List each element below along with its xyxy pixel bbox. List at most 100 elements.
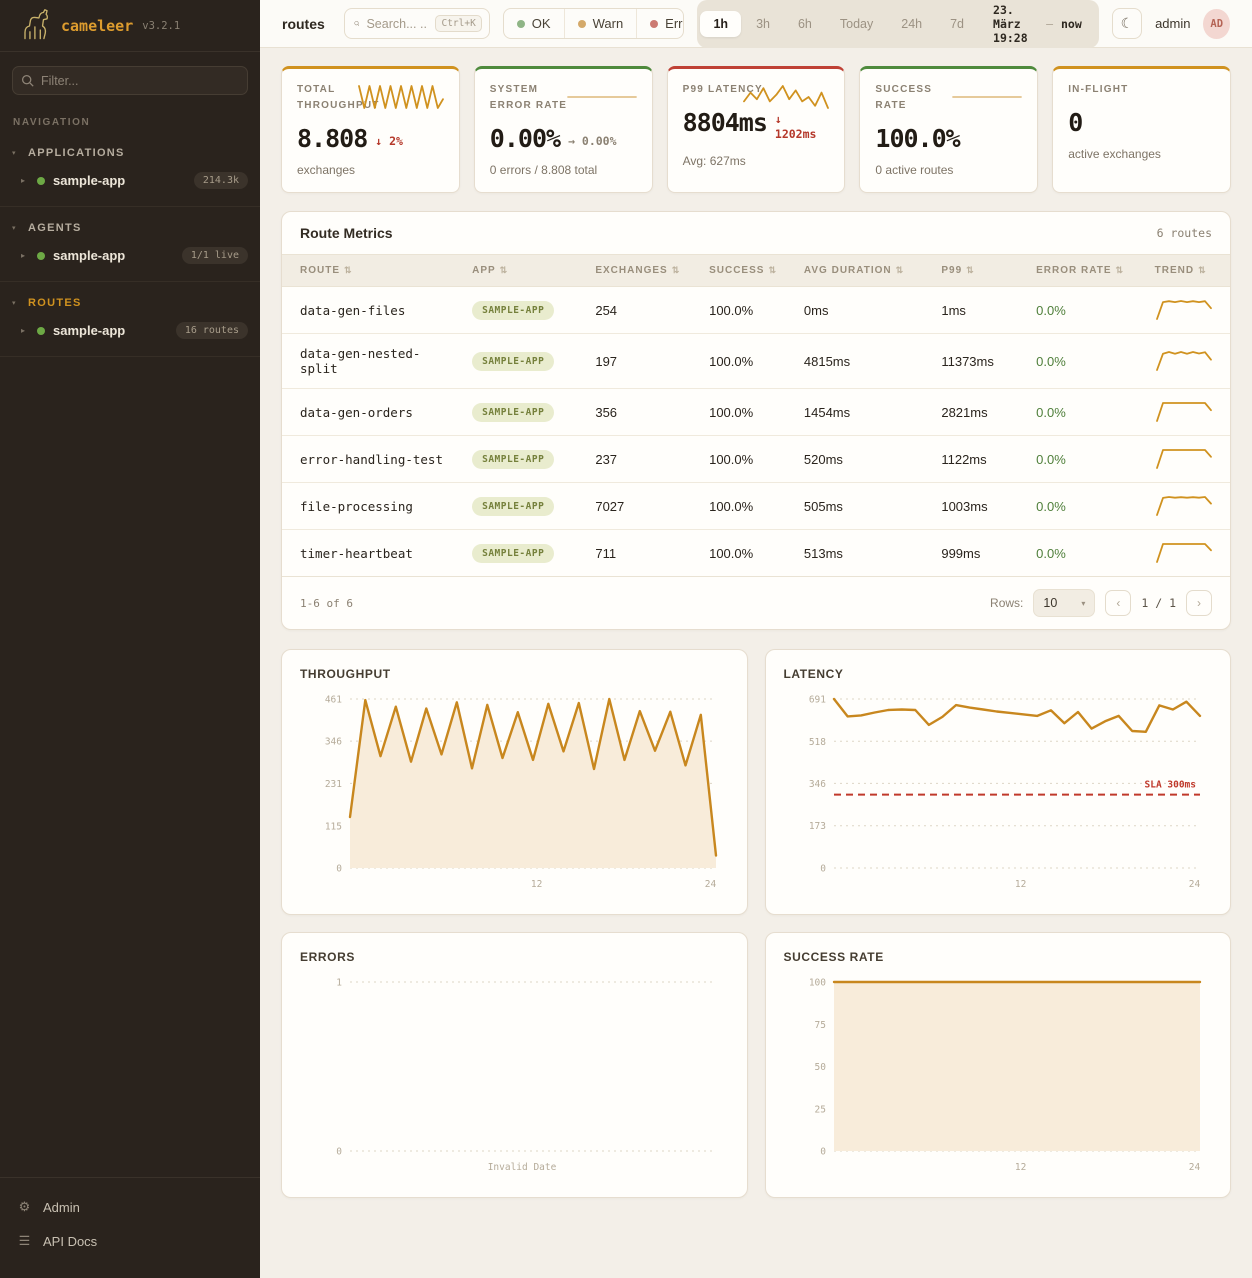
table-row[interactable]: error-handling-test SAMPLE-APP 237 100.0…: [282, 436, 1230, 483]
sidebar-filter: [12, 66, 248, 95]
section-label: APPLICATIONS: [28, 147, 125, 159]
footer-label: API Docs: [43, 1234, 97, 1249]
app-badge: SAMPLE-APP: [472, 450, 554, 469]
date-separator: —: [1046, 17, 1053, 31]
search-input[interactable]: [366, 17, 428, 31]
kpi-delta: ↓ 2%: [375, 134, 403, 148]
app-badge: SAMPLE-APP: [472, 301, 554, 320]
svg-text:1: 1: [336, 978, 342, 989]
column-header-app[interactable]: APP⇅: [462, 255, 585, 287]
trend-sparkline: [1155, 448, 1213, 470]
time-range-7d-button[interactable]: 7d: [937, 11, 977, 37]
sidebar-section-agents[interactable]: ▾ AGENTS: [0, 216, 260, 240]
chevron-down-icon: ▾: [12, 149, 20, 157]
table-row[interactable]: file-processing SAMPLE-APP 7027 100.0% 5…: [282, 483, 1230, 530]
status-dot-icon: [37, 177, 45, 185]
trend-sparkline: [1155, 495, 1213, 517]
filter-label: Error: [665, 16, 684, 31]
sidebar-section-applications[interactable]: ▾ APPLICATIONS: [0, 141, 260, 165]
column-header-p99[interactable]: P99⇅: [931, 255, 1026, 287]
svg-text:0: 0: [336, 1147, 342, 1158]
date-range-display[interactable]: 23. März 19:28 — now: [979, 3, 1096, 45]
time-range-6h-button[interactable]: 6h: [785, 11, 825, 37]
svg-text:346: 346: [808, 779, 825, 790]
table-row[interactable]: data-gen-orders SAMPLE-APP 356 100.0% 14…: [282, 389, 1230, 436]
count-badge: 214.3k: [194, 172, 248, 189]
svg-text:25: 25: [814, 1104, 825, 1115]
kpi-in-flight: IN-FLIGHT 0 active exchanges: [1052, 66, 1231, 193]
trend-sparkline: [1155, 350, 1213, 372]
section-label: AGENTS: [28, 222, 82, 234]
next-page-button[interactable]: ›: [1186, 590, 1212, 616]
filter-error-button[interactable]: Error: [637, 9, 684, 38]
sidebar: cameleer v3.2.1 NAVIGATION ▾ APPLICATION…: [0, 0, 260, 1278]
panel-title: Route Metrics: [300, 225, 393, 241]
search-box[interactable]: Ctrl+K: [344, 8, 490, 39]
sidebar-footer: ⚙ Admin ☰ API Docs: [0, 1177, 260, 1278]
status-dot-icon: [37, 252, 45, 260]
svg-text:24: 24: [1188, 879, 1200, 890]
latency-chart: 01733465186911224SLA 300ms: [784, 689, 1212, 894]
column-header-trend[interactable]: TREND⇅: [1145, 255, 1230, 287]
svg-text:518: 518: [808, 737, 825, 748]
success-rate-chart: 02550751001224: [784, 972, 1212, 1177]
sidebar-item-sample-app-agent[interactable]: ▸ sample-app 1/1 live: [0, 240, 260, 271]
column-header-exchanges[interactable]: EXCHANGES⇅: [585, 255, 699, 287]
date-from: 23. März 19:28: [993, 3, 1038, 45]
svg-text:0: 0: [820, 864, 826, 875]
app-badge: SAMPLE-APP: [472, 352, 554, 371]
chart-card-errors: ERRORS 01Invalid Date: [281, 932, 748, 1198]
chart-title: SUCCESS RATE: [784, 950, 1213, 964]
prev-page-button[interactable]: ‹: [1105, 590, 1131, 616]
main-area: routes Ctrl+K OK Warn: [260, 0, 1252, 1278]
rows-per-page-select[interactable]: 10 ▾: [1033, 589, 1095, 617]
column-header-success[interactable]: SUCCESS⇅: [699, 255, 794, 287]
kpi-value: 0.00%: [490, 126, 560, 151]
sidebar-item-sample-app-application[interactable]: ▸ sample-app 214.3k: [0, 165, 260, 196]
pagination-controls: Rows: 10 ▾ ‹ 1 / 1 ›: [990, 589, 1212, 617]
table-row[interactable]: data-gen-nested-split SAMPLE-APP 197 100…: [282, 334, 1230, 389]
svg-text:461: 461: [325, 695, 342, 706]
chevron-down-icon: ▾: [12, 224, 20, 232]
time-range-group: 1h 3h 6h Today 24h 7d 23. März 19:28 — n…: [697, 0, 1098, 48]
brand-name: cameleer: [61, 17, 133, 35]
time-range-today-button[interactable]: Today: [827, 11, 886, 37]
svg-text:346: 346: [325, 737, 342, 748]
search-icon: [21, 74, 34, 87]
sidebar-item-sample-app-routes[interactable]: ▸ sample-app 16 routes: [0, 315, 260, 346]
sidebar-section-routes[interactable]: ▾ ROUTES: [0, 291, 260, 315]
avatar[interactable]: AD: [1203, 9, 1230, 39]
nav-section-label: NAVIGATION: [13, 117, 247, 128]
time-range-1h-button[interactable]: 1h: [700, 11, 741, 37]
theme-toggle-button[interactable]: ☾: [1112, 8, 1142, 39]
svg-text:12: 12: [531, 879, 542, 890]
time-range-24h-button[interactable]: 24h: [888, 11, 935, 37]
route-metrics-panel: Route Metrics 6 routes ROUTE⇅ APP⇅ EXCHA…: [281, 211, 1231, 630]
filter-warn-button[interactable]: Warn: [565, 9, 638, 38]
kpi-p99-latency: P99 LATENCY 8804ms ↓ 1202ms Avg: 627ms: [667, 66, 846, 193]
chart-title: LATENCY: [784, 667, 1213, 681]
section-label: ROUTES: [28, 297, 82, 309]
table-row[interactable]: timer-heartbeat SAMPLE-APP 711 100.0% 51…: [282, 530, 1230, 577]
top-header: routes Ctrl+K OK Warn: [260, 0, 1252, 48]
column-header-error-rate[interactable]: ERROR RATE⇅: [1026, 255, 1145, 287]
throughput-chart: 01152313464611224: [300, 689, 728, 894]
status-dot-icon: [37, 327, 45, 335]
kpi-row: TOTAL THROUGHPUT 8.808 ↓ 2% exchanges SY…: [281, 66, 1231, 193]
breadcrumb: routes: [282, 16, 325, 32]
filter-ok-button[interactable]: OK: [504, 9, 565, 38]
svg-text:231: 231: [325, 779, 342, 790]
brand-version: v3.2.1: [142, 20, 180, 32]
time-range-3h-button[interactable]: 3h: [743, 11, 783, 37]
sidebar-item-api-docs[interactable]: ☰ API Docs: [0, 1224, 260, 1258]
column-header-avg-duration[interactable]: AVG DURATION⇅: [794, 255, 931, 287]
sidebar-item-admin[interactable]: ⚙ Admin: [0, 1190, 260, 1224]
chart-card-latency: LATENCY 01733465186911224SLA 300ms: [765, 649, 1232, 915]
table-row[interactable]: data-gen-files SAMPLE-APP 254 100.0% 0ms…: [282, 287, 1230, 334]
column-header-route[interactable]: ROUTE⇅: [282, 255, 462, 287]
svg-text:691: 691: [808, 695, 825, 706]
rows-per-page-label: Rows:: [990, 596, 1023, 610]
filter-input[interactable]: [12, 66, 248, 95]
chevron-down-icon: ▾: [12, 299, 20, 307]
chart-title: THROUGHPUT: [300, 667, 729, 681]
